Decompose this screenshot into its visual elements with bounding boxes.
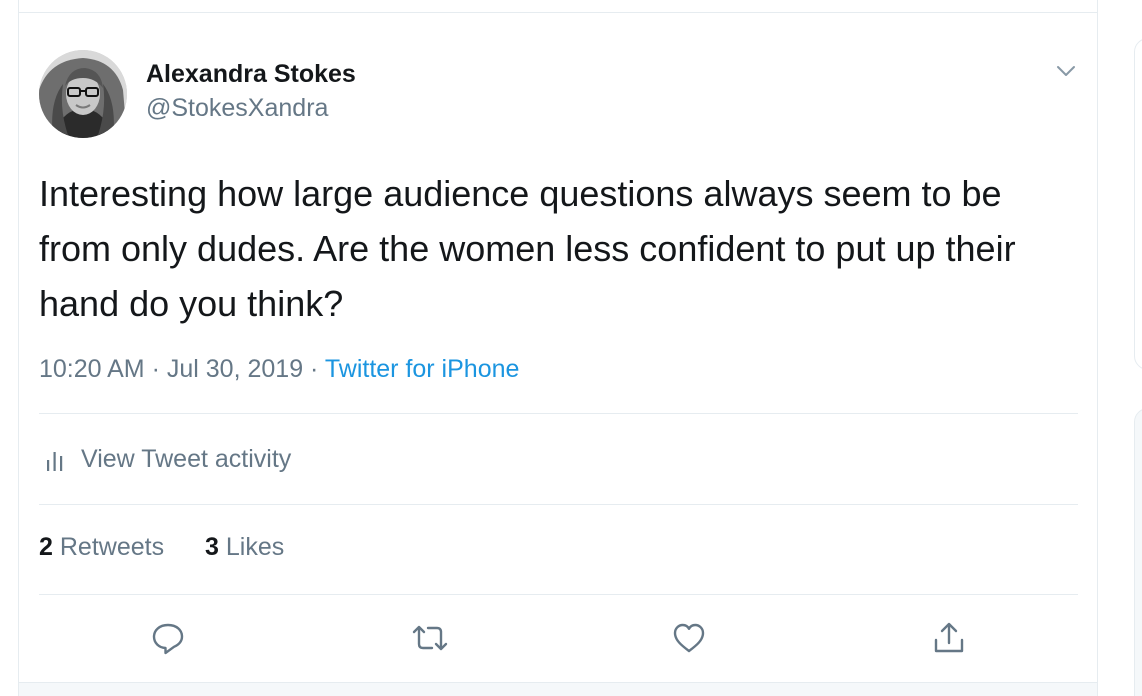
retweets-label: Retweets	[59, 533, 165, 561]
likes-stat[interactable]: 3 Likes	[205, 533, 284, 561]
top-divider	[19, 12, 1097, 13]
right-sidebar-card	[1134, 408, 1142, 696]
display-name[interactable]: Alexandra Stokes	[146, 60, 356, 89]
tweet-date[interactable]: Jul 30, 2019	[167, 355, 303, 383]
divider	[39, 504, 1078, 505]
reply-icon	[152, 623, 184, 655]
view-tweet-activity-label: View Tweet activity	[81, 445, 292, 473]
next-item-strip	[19, 682, 1097, 696]
retweet-icon	[412, 625, 448, 651]
meta-separator: ·	[151, 355, 160, 383]
tweet-time[interactable]: 10:20 AM	[39, 355, 145, 383]
likes-count: 3	[205, 533, 219, 561]
retweets-count: 2	[39, 533, 53, 561]
meta-separator: ·	[310, 355, 319, 383]
share-button[interactable]	[929, 618, 969, 658]
avatar-photo	[39, 50, 127, 138]
likes-label: Likes	[225, 533, 285, 561]
tweet-text: Interesting how large audience questions…	[39, 173, 1016, 324]
retweets-stat[interactable]: 2 Retweets	[39, 533, 171, 561]
view-tweet-activity-link[interactable]: View Tweet activity	[45, 445, 291, 474]
chevron-down-icon[interactable]	[1055, 60, 1077, 82]
user-handle[interactable]: @StokesXandra	[146, 94, 328, 123]
divider	[39, 594, 1078, 595]
tweet-detail-column: Alexandra Stokes @StokesXandra Interesti…	[18, 0, 1098, 696]
tweet-metadata: 10:20 AM · Jul 30, 2019 · Twitter for iP…	[39, 355, 519, 384]
tweet-source-link[interactable]: Twitter for iPhone	[325, 355, 520, 383]
like-button[interactable]	[669, 618, 709, 658]
reply-button[interactable]	[148, 618, 188, 658]
share-icon	[934, 622, 964, 653]
tweet-stats: 2 Retweets 3 Likes	[39, 533, 318, 562]
avatar[interactable]	[39, 50, 127, 138]
heart-icon	[673, 623, 705, 653]
right-sidebar-card	[1134, 38, 1142, 370]
page: Alexandra Stokes @StokesXandra Interesti…	[0, 0, 1142, 696]
divider	[39, 413, 1078, 414]
bar-chart-icon	[47, 451, 63, 471]
retweet-button[interactable]	[410, 618, 450, 658]
